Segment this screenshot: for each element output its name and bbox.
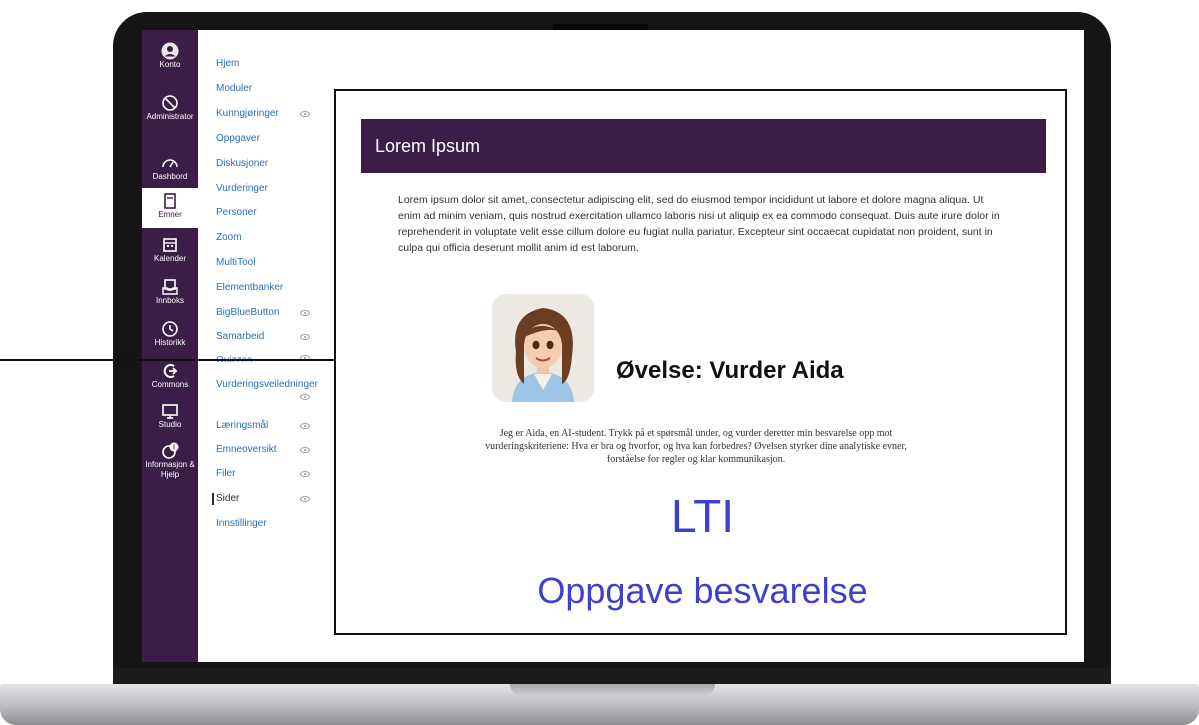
global-nav-label: Kalender xyxy=(153,254,187,263)
page-banner: Lorem Ipsum xyxy=(361,119,1046,173)
global-nav-calendar[interactable]: Kalender xyxy=(142,236,198,264)
course-nav-item[interactable]: Læringsmål xyxy=(216,420,268,432)
hidden-eye-icon xyxy=(300,111,310,117)
global-nav-label: Innboks xyxy=(155,296,185,305)
aida-avatar-illustration xyxy=(492,294,594,402)
global-nav-label: Historikk xyxy=(154,338,186,347)
course-nav: Hjem Moduler Kunngjøringer Oppgaver Disk… xyxy=(198,50,328,610)
hidden-eye-icon xyxy=(300,423,310,429)
course-nav-item[interactable]: Diskusjoner xyxy=(216,158,268,170)
course-nav-item[interactable]: Oppgaver xyxy=(216,133,260,145)
dashboard-icon xyxy=(162,159,178,168)
global-nav-help[interactable]: i Informasjon & Hjelp xyxy=(142,442,198,480)
course-nav-item[interactable]: BigBlueButton xyxy=(216,307,279,319)
aida-avatar xyxy=(492,294,594,402)
global-nav-inbox[interactable]: Innboks xyxy=(142,278,198,306)
global-nav-label: Commons xyxy=(151,380,189,389)
global-nav-label: Konto xyxy=(159,60,181,69)
help-icon: i xyxy=(162,442,179,459)
exercise-title: Øvelse: Vurder Aida xyxy=(616,357,844,384)
commons-icon xyxy=(163,364,178,378)
course-nav-item[interactable]: Filer xyxy=(216,468,235,480)
global-nav-dashboard[interactable]: Dashbord xyxy=(142,154,198,182)
course-nav-item[interactable]: Elementbanker xyxy=(216,282,283,294)
course-nav-item[interactable]: Vurderinger xyxy=(216,183,268,195)
global-nav-label: Emner xyxy=(158,210,182,219)
inbox-icon xyxy=(162,279,178,295)
hidden-eye-icon xyxy=(300,496,310,502)
course-nav-item[interactable]: Hjem xyxy=(216,58,239,70)
course-nav-item[interactable]: Samarbeid xyxy=(216,331,264,343)
course-nav-item[interactable]: Emneoversikt xyxy=(216,444,277,456)
studio-icon xyxy=(162,404,178,419)
global-nav-admin[interactable]: Administrator xyxy=(142,94,198,122)
global-nav-label: Studio xyxy=(158,420,182,429)
course-nav-item[interactable]: Innstillinger xyxy=(216,518,267,530)
lti-label: LTI xyxy=(670,490,735,542)
global-nav-label: Dashbord xyxy=(152,172,188,181)
course-nav-item[interactable]: Moduler xyxy=(216,83,252,95)
laptop-base-groove xyxy=(510,684,715,696)
global-nav-label: Administrator xyxy=(146,112,194,121)
hidden-eye-icon xyxy=(300,447,310,453)
lorem-paragraph: Lorem ipsum dolor sit amet, consectetur … xyxy=(398,194,1000,254)
hidden-eye-icon xyxy=(300,334,310,340)
course-nav-item[interactable]: MultiTool xyxy=(216,257,255,269)
course-nav-item[interactable]: Vurderingsveiledninger xyxy=(216,379,318,391)
exercise-intro: Jeg er Aida, en AI-student. Trykk på et … xyxy=(485,428,907,465)
laptop-screen: Konto Administrator Dashbord Emner Kalen… xyxy=(142,30,1084,662)
course-nav-item[interactable]: Kunngjøringer xyxy=(216,108,279,120)
svg-text:i: i xyxy=(173,445,175,452)
calendar-icon xyxy=(163,238,177,252)
global-nav-label: Informasjon & Hjelp xyxy=(145,460,195,479)
global-nav-history[interactable]: Historikk xyxy=(142,320,198,348)
hidden-eye-icon xyxy=(300,471,310,477)
course-nav-item[interactable]: Zoom xyxy=(216,232,242,244)
global-nav-account[interactable]: Konto xyxy=(142,42,198,70)
page-content-frame: Lorem Ipsum Lorem ipsum dolor sit amet, … xyxy=(334,89,1067,635)
history-icon xyxy=(162,321,178,337)
hidden-eye-icon xyxy=(300,310,310,316)
lti-subtitle: Oppgave besvarelse xyxy=(537,570,868,611)
global-nav-studio[interactable]: Studio xyxy=(142,402,198,430)
courses-icon xyxy=(164,193,176,209)
callout-line xyxy=(0,359,334,361)
global-nav-commons[interactable]: Commons xyxy=(142,362,198,390)
hidden-eye-icon xyxy=(300,394,310,400)
admin-icon xyxy=(162,95,178,111)
global-nav: Konto Administrator Dashbord Emner Kalen… xyxy=(142,30,198,662)
course-nav-item-current[interactable]: Sider xyxy=(212,493,239,505)
account-icon xyxy=(161,42,179,60)
global-nav-courses[interactable]: Emner xyxy=(142,188,198,228)
course-nav-item[interactable]: Personer xyxy=(216,207,257,219)
